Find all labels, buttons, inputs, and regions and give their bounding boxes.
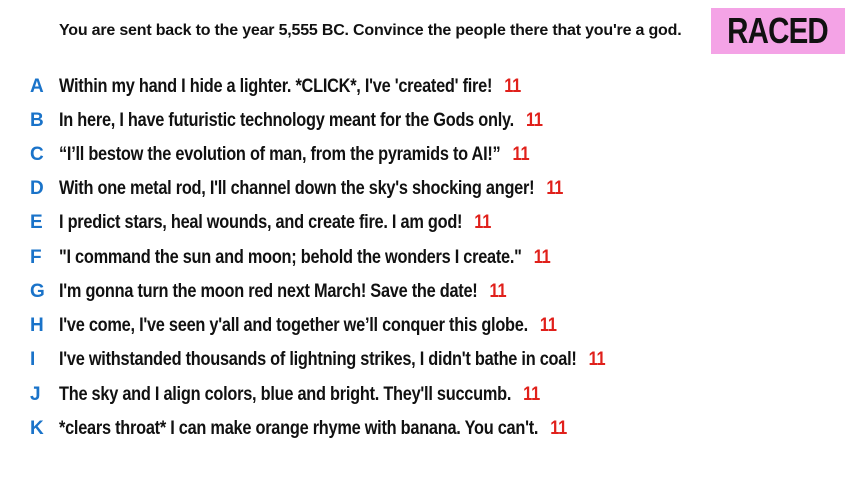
answer-score: 11 bbox=[512, 144, 530, 165]
answer-text: With one metal rod, I'll channel down th… bbox=[59, 178, 535, 199]
answer-score: 11 bbox=[525, 110, 543, 131]
answer-content: I've withstanded thousands of lightning … bbox=[59, 349, 606, 371]
answer-text: I predict stars, heal wounds, and create… bbox=[59, 212, 463, 233]
answer-letter: B bbox=[30, 110, 44, 131]
answer-text: The sky and I align colors, blue and bri… bbox=[59, 384, 512, 405]
answer-score: 11 bbox=[474, 212, 492, 233]
answer-letter: F bbox=[30, 247, 42, 268]
answer-score: 11 bbox=[533, 247, 551, 268]
answer-text: I've come, I've seen y'all and together … bbox=[59, 315, 528, 336]
answer-letter: G bbox=[30, 281, 45, 302]
answer-score: 11 bbox=[588, 349, 606, 370]
answer-content: *clears throat* I can make orange rhyme … bbox=[59, 418, 567, 440]
answer-letter: I bbox=[30, 349, 36, 370]
answer-content: With one metal rod, I'll channel down th… bbox=[59, 178, 563, 200]
answer-content: In here, I have futuristic technology me… bbox=[59, 110, 543, 132]
answer-letter: D bbox=[30, 178, 44, 199]
answer-score: 11 bbox=[523, 384, 540, 405]
answer-letter: J bbox=[30, 384, 41, 405]
raced-badge: RACED bbox=[711, 8, 845, 54]
answer-text: “I’ll bestow the evolution of man, from … bbox=[59, 144, 501, 165]
answer-content: “I’ll bestow the evolution of man, from … bbox=[59, 144, 530, 166]
answer-score: 11 bbox=[539, 315, 557, 336]
answer-score: 11 bbox=[546, 178, 564, 199]
answer-content: I've come, I've seen y'all and together … bbox=[59, 315, 557, 337]
answer-text: I'm gonna turn the moon red next March! … bbox=[59, 281, 478, 302]
answer-letter: A bbox=[30, 76, 44, 97]
answer-content: Within my hand I hide a lighter. *CLICK*… bbox=[59, 76, 521, 98]
answer-text: Within my hand I hide a lighter. *CLICK*… bbox=[59, 76, 493, 97]
answer-text: *clears throat* I can make orange rhyme … bbox=[59, 418, 539, 439]
answer-text: In here, I have futuristic technology me… bbox=[59, 110, 514, 131]
answer-letter: H bbox=[30, 315, 44, 336]
answer-letter: C bbox=[30, 144, 44, 165]
answer-content: I predict stars, heal wounds, and create… bbox=[59, 212, 491, 234]
answer-content: "I command the sun and moon; behold the … bbox=[59, 247, 551, 269]
answer-content: I'm gonna turn the moon red next March! … bbox=[59, 281, 507, 303]
answer-text: I've withstanded thousands of lightning … bbox=[59, 349, 577, 370]
answer-content: The sky and I align colors, blue and bri… bbox=[59, 384, 540, 406]
raced-badge-label: RACED bbox=[727, 10, 830, 51]
answer-letter: K bbox=[30, 418, 44, 439]
answer-score: 11 bbox=[504, 76, 521, 97]
answer-text: "I command the sun and moon; behold the … bbox=[59, 247, 522, 268]
answer-letter: E bbox=[30, 212, 43, 233]
answer-score: 11 bbox=[550, 418, 568, 439]
prompt-text: You are sent back to the year 5,555 BC. … bbox=[59, 22, 682, 39]
answer-score: 11 bbox=[489, 281, 507, 302]
